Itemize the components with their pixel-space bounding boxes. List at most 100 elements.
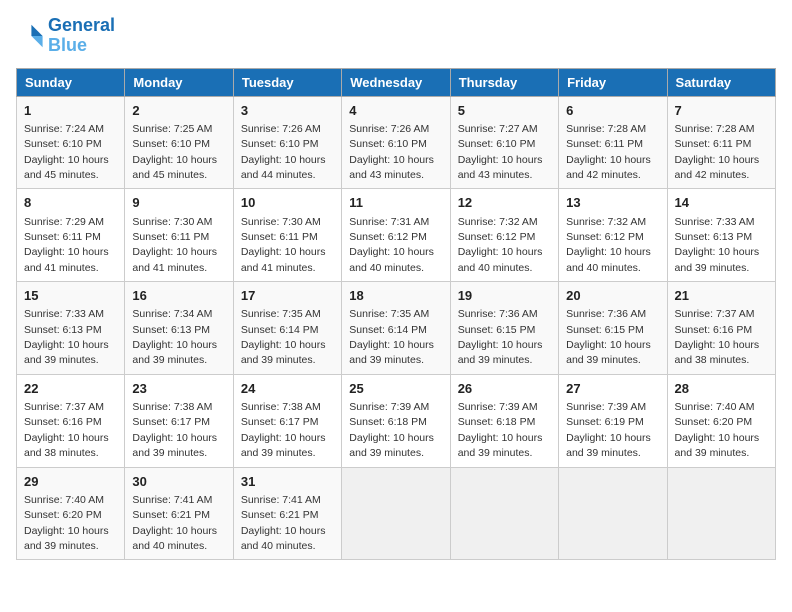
calendar-cell: 29 Sunrise: 7:40 AMSunset: 6:20 PMDaylig…: [17, 467, 125, 560]
day-number: 8: [24, 194, 117, 212]
calendar-cell: [559, 467, 667, 560]
day-number: 29: [24, 473, 117, 491]
day-number: 14: [675, 194, 768, 212]
day-number: 27: [566, 380, 659, 398]
calendar-header-friday: Friday: [559, 68, 667, 96]
day-info: Sunrise: 7:35 AMSunset: 6:14 PMDaylight:…: [349, 308, 434, 366]
calendar-cell: 31 Sunrise: 7:41 AMSunset: 6:21 PMDaylig…: [233, 467, 341, 560]
calendar-cell: 10 Sunrise: 7:30 AMSunset: 6:11 PMDaylig…: [233, 189, 341, 282]
calendar-cell: 12 Sunrise: 7:32 AMSunset: 6:12 PMDaylig…: [450, 189, 558, 282]
logo: General Blue: [16, 16, 115, 56]
calendar-cell: 23 Sunrise: 7:38 AMSunset: 6:17 PMDaylig…: [125, 374, 233, 467]
calendar-header-saturday: Saturday: [667, 68, 775, 96]
calendar-week-row: 29 Sunrise: 7:40 AMSunset: 6:20 PMDaylig…: [17, 467, 776, 560]
calendar-header-thursday: Thursday: [450, 68, 558, 96]
calendar-cell: [667, 467, 775, 560]
day-info: Sunrise: 7:40 AMSunset: 6:20 PMDaylight:…: [24, 494, 109, 552]
calendar-week-row: 1 Sunrise: 7:24 AMSunset: 6:10 PMDayligh…: [17, 96, 776, 189]
day-number: 6: [566, 102, 659, 120]
day-number: 19: [458, 287, 551, 305]
calendar-cell: 11 Sunrise: 7:31 AMSunset: 6:12 PMDaylig…: [342, 189, 450, 282]
day-number: 18: [349, 287, 442, 305]
day-info: Sunrise: 7:33 AMSunset: 6:13 PMDaylight:…: [24, 308, 109, 366]
day-info: Sunrise: 7:38 AMSunset: 6:17 PMDaylight:…: [241, 401, 326, 459]
day-info: Sunrise: 7:34 AMSunset: 6:13 PMDaylight:…: [132, 308, 217, 366]
calendar-cell: [342, 467, 450, 560]
calendar-week-row: 22 Sunrise: 7:37 AMSunset: 6:16 PMDaylig…: [17, 374, 776, 467]
calendar-week-row: 15 Sunrise: 7:33 AMSunset: 6:13 PMDaylig…: [17, 282, 776, 375]
calendar-cell: 25 Sunrise: 7:39 AMSunset: 6:18 PMDaylig…: [342, 374, 450, 467]
day-number: 30: [132, 473, 225, 491]
day-number: 21: [675, 287, 768, 305]
day-info: Sunrise: 7:30 AMSunset: 6:11 PMDaylight:…: [132, 216, 217, 274]
calendar-table: SundayMondayTuesdayWednesdayThursdayFrid…: [16, 68, 776, 561]
day-info: Sunrise: 7:28 AMSunset: 6:11 PMDaylight:…: [675, 123, 760, 181]
day-number: 16: [132, 287, 225, 305]
day-info: Sunrise: 7:41 AMSunset: 6:21 PMDaylight:…: [241, 494, 326, 552]
day-number: 7: [675, 102, 768, 120]
day-info: Sunrise: 7:30 AMSunset: 6:11 PMDaylight:…: [241, 216, 326, 274]
day-info: Sunrise: 7:26 AMSunset: 6:10 PMDaylight:…: [241, 123, 326, 181]
day-number: 15: [24, 287, 117, 305]
calendar-header-wednesday: Wednesday: [342, 68, 450, 96]
calendar-header-row: SundayMondayTuesdayWednesdayThursdayFrid…: [17, 68, 776, 96]
day-info: Sunrise: 7:39 AMSunset: 6:18 PMDaylight:…: [458, 401, 543, 459]
day-info: Sunrise: 7:29 AMSunset: 6:11 PMDaylight:…: [24, 216, 109, 274]
calendar-cell: [450, 467, 558, 560]
day-info: Sunrise: 7:28 AMSunset: 6:11 PMDaylight:…: [566, 123, 651, 181]
day-number: 25: [349, 380, 442, 398]
logo-text: General Blue: [48, 16, 115, 56]
day-number: 4: [349, 102, 442, 120]
calendar-header-sunday: Sunday: [17, 68, 125, 96]
calendar-cell: 6 Sunrise: 7:28 AMSunset: 6:11 PMDayligh…: [559, 96, 667, 189]
day-number: 2: [132, 102, 225, 120]
calendar-cell: 17 Sunrise: 7:35 AMSunset: 6:14 PMDaylig…: [233, 282, 341, 375]
calendar-cell: 20 Sunrise: 7:36 AMSunset: 6:15 PMDaylig…: [559, 282, 667, 375]
day-number: 3: [241, 102, 334, 120]
day-info: Sunrise: 7:35 AMSunset: 6:14 PMDaylight:…: [241, 308, 326, 366]
day-info: Sunrise: 7:36 AMSunset: 6:15 PMDaylight:…: [458, 308, 543, 366]
day-number: 13: [566, 194, 659, 212]
calendar-header-tuesday: Tuesday: [233, 68, 341, 96]
calendar-cell: 4 Sunrise: 7:26 AMSunset: 6:10 PMDayligh…: [342, 96, 450, 189]
calendar-cell: 30 Sunrise: 7:41 AMSunset: 6:21 PMDaylig…: [125, 467, 233, 560]
calendar-cell: 3 Sunrise: 7:26 AMSunset: 6:10 PMDayligh…: [233, 96, 341, 189]
day-number: 5: [458, 102, 551, 120]
calendar-cell: 22 Sunrise: 7:37 AMSunset: 6:16 PMDaylig…: [17, 374, 125, 467]
day-info: Sunrise: 7:31 AMSunset: 6:12 PMDaylight:…: [349, 216, 434, 274]
day-info: Sunrise: 7:39 AMSunset: 6:18 PMDaylight:…: [349, 401, 434, 459]
day-number: 12: [458, 194, 551, 212]
calendar-cell: 13 Sunrise: 7:32 AMSunset: 6:12 PMDaylig…: [559, 189, 667, 282]
day-number: 10: [241, 194, 334, 212]
calendar-cell: 15 Sunrise: 7:33 AMSunset: 6:13 PMDaylig…: [17, 282, 125, 375]
day-number: 28: [675, 380, 768, 398]
calendar-cell: 14 Sunrise: 7:33 AMSunset: 6:13 PMDaylig…: [667, 189, 775, 282]
calendar-cell: 7 Sunrise: 7:28 AMSunset: 6:11 PMDayligh…: [667, 96, 775, 189]
calendar-cell: 8 Sunrise: 7:29 AMSunset: 6:11 PMDayligh…: [17, 189, 125, 282]
calendar-cell: 26 Sunrise: 7:39 AMSunset: 6:18 PMDaylig…: [450, 374, 558, 467]
day-number: 17: [241, 287, 334, 305]
day-info: Sunrise: 7:27 AMSunset: 6:10 PMDaylight:…: [458, 123, 543, 181]
day-number: 26: [458, 380, 551, 398]
day-info: Sunrise: 7:24 AMSunset: 6:10 PMDaylight:…: [24, 123, 109, 181]
day-number: 23: [132, 380, 225, 398]
day-info: Sunrise: 7:36 AMSunset: 6:15 PMDaylight:…: [566, 308, 651, 366]
day-info: Sunrise: 7:40 AMSunset: 6:20 PMDaylight:…: [675, 401, 760, 459]
day-info: Sunrise: 7:25 AMSunset: 6:10 PMDaylight:…: [132, 123, 217, 181]
day-info: Sunrise: 7:37 AMSunset: 6:16 PMDaylight:…: [675, 308, 760, 366]
header: General Blue: [16, 16, 776, 56]
calendar-cell: 16 Sunrise: 7:34 AMSunset: 6:13 PMDaylig…: [125, 282, 233, 375]
day-info: Sunrise: 7:38 AMSunset: 6:17 PMDaylight:…: [132, 401, 217, 459]
calendar-cell: 28 Sunrise: 7:40 AMSunset: 6:20 PMDaylig…: [667, 374, 775, 467]
day-number: 11: [349, 194, 442, 212]
day-info: Sunrise: 7:39 AMSunset: 6:19 PMDaylight:…: [566, 401, 651, 459]
calendar-cell: 19 Sunrise: 7:36 AMSunset: 6:15 PMDaylig…: [450, 282, 558, 375]
calendar-cell: 24 Sunrise: 7:38 AMSunset: 6:17 PMDaylig…: [233, 374, 341, 467]
day-info: Sunrise: 7:26 AMSunset: 6:10 PMDaylight:…: [349, 123, 434, 181]
day-info: Sunrise: 7:33 AMSunset: 6:13 PMDaylight:…: [675, 216, 760, 274]
calendar-week-row: 8 Sunrise: 7:29 AMSunset: 6:11 PMDayligh…: [17, 189, 776, 282]
day-number: 24: [241, 380, 334, 398]
calendar-cell: 9 Sunrise: 7:30 AMSunset: 6:11 PMDayligh…: [125, 189, 233, 282]
day-info: Sunrise: 7:32 AMSunset: 6:12 PMDaylight:…: [458, 216, 543, 274]
calendar-cell: 27 Sunrise: 7:39 AMSunset: 6:19 PMDaylig…: [559, 374, 667, 467]
